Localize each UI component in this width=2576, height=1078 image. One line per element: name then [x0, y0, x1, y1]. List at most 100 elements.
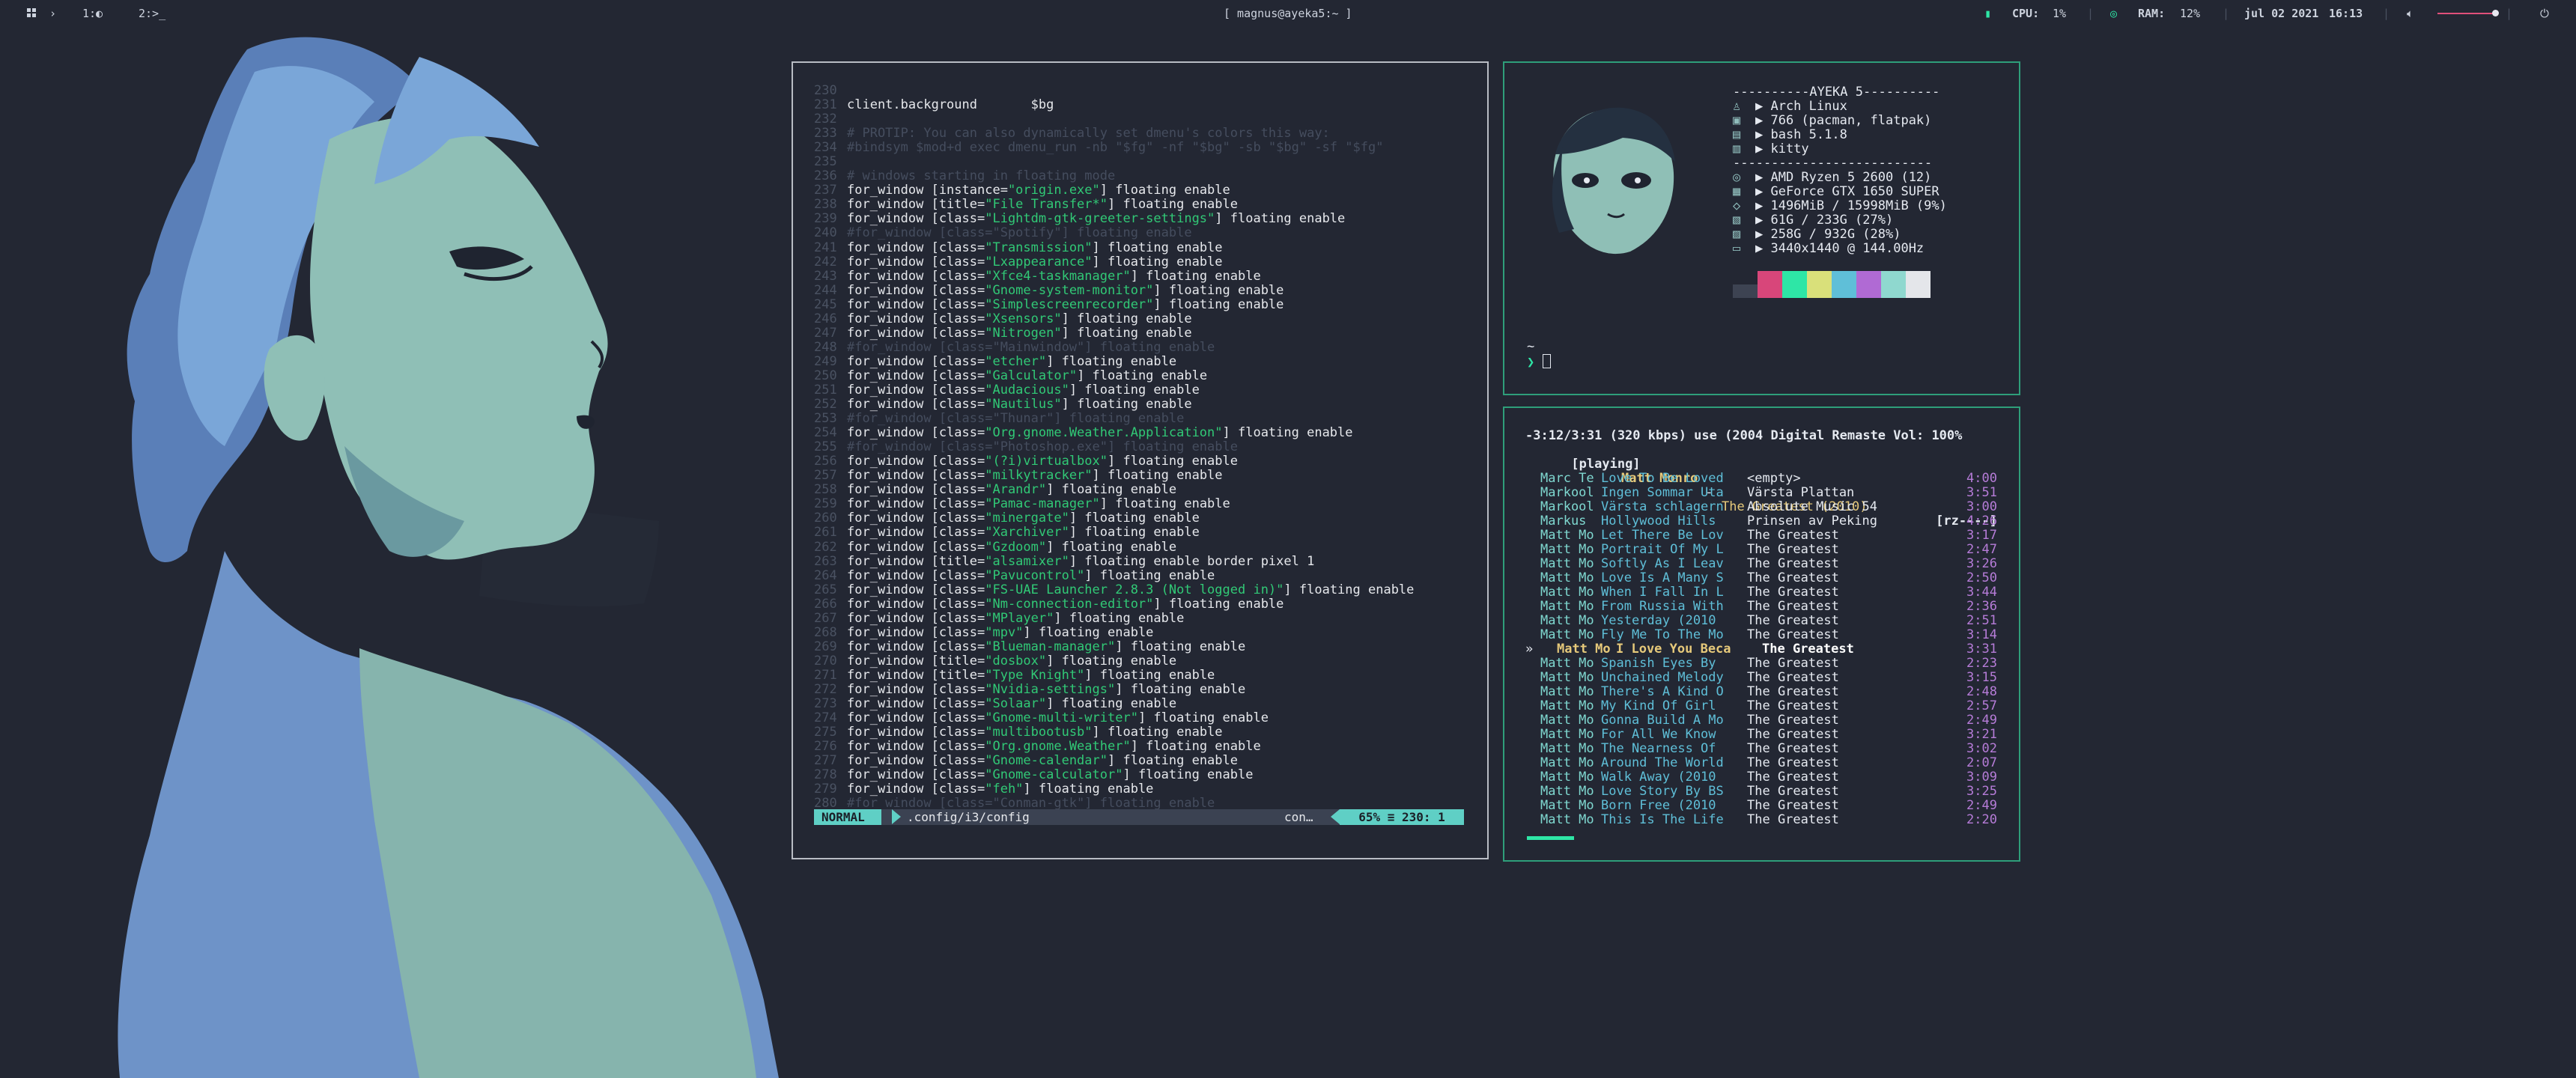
- playback-progress-bar[interactable]: [1527, 836, 1574, 840]
- code-line[interactable]: 277 for_window [class="Gnome-calendar"] f…: [814, 754, 1414, 768]
- code-line[interactable]: 265 for_window [class="FS-UAE Launcher 2.…: [814, 582, 1414, 597]
- code-line[interactable]: 273 for_window [class="Solaar"] floating …: [814, 696, 1414, 711]
- code-line[interactable]: 238 for_window [title="File Transfer*"] f…: [814, 198, 1414, 212]
- code-line[interactable]: 275 for_window [class="multibootusb"] flo…: [814, 725, 1414, 740]
- track-row[interactable]: Markool Ingen Sommar Uta Värsta Plattan 3:5…: [1525, 485, 1997, 500]
- code-text: for_window [class=: [847, 511, 985, 526]
- code-line[interactable]: 264 for_window [class="Pavucontrol"] floa…: [814, 568, 1414, 583]
- track-row[interactable]: Matt Mo Softly As I Leav The Greatest 3:26: [1525, 557, 1997, 571]
- track-row-current[interactable]: » Matt Mo I Love You Beca The Greatest 3:31: [1525, 642, 1997, 657]
- track-row[interactable]: Matt Mo Spanish Eyes By The Greatest 2:23: [1525, 657, 1997, 671]
- code-line[interactable]: 252 for_window [class="Nautilus"] floatin…: [814, 397, 1414, 412]
- code-line[interactable]: 239 for_window [class="Lightdm-gtk-greete…: [814, 212, 1414, 226]
- track-row[interactable]: Matt Mo This Is The Life The Greatest 2:20: [1525, 813, 1997, 827]
- info-icon: ◎: [1733, 170, 1741, 185]
- track-row[interactable]: Matt Mo Walk Away (2010 The Greatest 3:09: [1525, 770, 1997, 785]
- track-row[interactable]: Matt Mo Love Is A Many S The Greatest 2:50: [1525, 571, 1997, 585]
- code-line[interactable]: 276 for_window [class="Org.gnome.Weather"…: [814, 740, 1414, 754]
- code-line[interactable]: 243 for_window [class="Xfce4-taskmanager"…: [814, 269, 1414, 284]
- code-line[interactable]: 241 for_window [class="Transmission"] flo…: [814, 240, 1414, 255]
- info-icon: ▭: [1733, 241, 1741, 256]
- track-row[interactable]: Matt Mo Born Free (2010 The Greatest 2:49: [1525, 799, 1997, 813]
- cmus-player-window[interactable]: -3:12/3:31 (320 kbps) use (2004 Digital …: [1503, 406, 2020, 862]
- track-duration: 3:09: [1966, 770, 1997, 785]
- track-title: Love Story By BS: [1601, 784, 1724, 800]
- code-line[interactable]: 272 for_window [class="Nvidia-settings"] …: [814, 682, 1414, 697]
- track-row[interactable]: Matt Mo Gonna Build A Mo The Greatest 2:49: [1525, 713, 1997, 728]
- code-line[interactable]: 240 #for_window [class="Spotify"] floatin…: [814, 226, 1414, 240]
- track-row[interactable]: Matt Mo For All We Know The Greatest 3:21: [1525, 728, 1997, 742]
- code-line[interactable]: 237 for_window [instance="origin.exe"] fl…: [814, 183, 1414, 198]
- track-row[interactable]: Marc Te Love To Be Loved <empty> 4:00: [1525, 471, 1997, 486]
- code-line[interactable]: 244 for_window [class="Gnome-system-monit…: [814, 283, 1414, 298]
- code-line[interactable]: 251 for_window [class="Audacious"] floati…: [814, 383, 1414, 398]
- volume-icon[interactable]: 🔈︎: [2407, 0, 2414, 27]
- code-line[interactable]: 230: [814, 83, 1414, 98]
- code-line[interactable]: 255 #for_window [class="Photoshop.exe"] f…: [814, 440, 1414, 454]
- track-row[interactable]: Matt Mo My Kind Of Girl The Greatest 2:57: [1525, 699, 1997, 713]
- track-list[interactable]: Marc Te Love To Be Loved <empty> 4:00 Markoo…: [1525, 471, 1997, 827]
- code-line[interactable]: 242 for_window [class="Lxappearance"] flo…: [814, 255, 1414, 270]
- code-line[interactable]: 250 for_window [class="Galculator"] float…: [814, 368, 1414, 383]
- code-line[interactable]: 236 # windows starting in floating mode: [814, 169, 1414, 183]
- code-line[interactable]: 246 for_window [class="Xsensors"] floatin…: [814, 311, 1414, 326]
- code-line[interactable]: 261 for_window [class="Xarchiver"] floati…: [814, 526, 1414, 540]
- code-line[interactable]: 263 for_window [title="alsamixer"] floati…: [814, 554, 1414, 569]
- code-line[interactable]: 262 for_window [class="Gzdoom"] floating …: [814, 540, 1414, 555]
- code-line[interactable]: 256 for_window [class="(?i)virtualbox"] f…: [814, 454, 1414, 469]
- code-line[interactable]: 234 #bindsym $mod+d exec dmenu_run -nb "$…: [814, 141, 1414, 155]
- track-row[interactable]: Matt Mo Yesterday (2010 The Greatest 2:51: [1525, 614, 1997, 628]
- code-line[interactable]: 247 for_window [class="Nitrogen"] floatin…: [814, 326, 1414, 341]
- track-row[interactable]: Matt Mo From Russia With The Greatest 2:36: [1525, 600, 1997, 614]
- workspace-2[interactable]: 2:>_: [139, 0, 165, 27]
- code-text: ] floating enable: [1046, 539, 1177, 555]
- neofetch-terminal-window[interactable]: ----------AYEKA 5---------- ♙ ▶ Arch Linu…: [1503, 61, 2020, 395]
- track-row[interactable]: Matt Mo Let There Be Lov The Greatest 3:17: [1525, 529, 1997, 543]
- track-row[interactable]: Markool Värsta schlagern Absolute Music 54…: [1525, 500, 1997, 514]
- code-line[interactable]: 257 for_window [class="milkytracker"] flo…: [814, 469, 1414, 483]
- shell-prompt[interactable]: ~ ❯: [1527, 340, 1551, 370]
- code-line[interactable]: 248 #for_window [class="Mainwindow"] floa…: [814, 340, 1414, 355]
- vim-editor-window[interactable]: 230 231 client.background $bg 232 233 # PROTI…: [792, 61, 1489, 859]
- volume-slider-knob[interactable]: [2492, 10, 2499, 16]
- track-row[interactable]: Matt Mo Unchained Melody The Greatest 3:15: [1525, 671, 1997, 685]
- code-line[interactable]: 279 for_window [class="feh"] floating ena…: [814, 782, 1414, 797]
- code-line[interactable]: 271 for_window [title="Type Knight"] floa…: [814, 667, 1414, 683]
- track-artist: Matt Mo: [1540, 684, 1594, 700]
- code-line[interactable]: 258 for_window [class="Arandr"] floating …: [814, 483, 1414, 497]
- code-line[interactable]: 274 for_window [class="Gnome-multi-writer…: [814, 711, 1414, 725]
- code-line[interactable]: 267 for_window [class="MPlayer"] floating…: [814, 611, 1414, 626]
- code-line[interactable]: 278 for_window [class="Gnome-calculator"]…: [814, 768, 1414, 782]
- code-line[interactable]: 259 for_window [class="Pamac-manager"] fl…: [814, 497, 1414, 511]
- code-text: for_window [class=: [847, 296, 985, 312]
- track-row[interactable]: Matt Mo Around The World The Greatest 2:07: [1525, 756, 1997, 770]
- volume-slider[interactable]: [2437, 13, 2494, 14]
- line-number: 271: [814, 667, 837, 683]
- track-row[interactable]: Matt Mo The Nearness Of The Greatest 3:02: [1525, 742, 1997, 756]
- code-line[interactable]: 268 for_window [class="mpv"] floating ena…: [814, 625, 1414, 640]
- track-row[interactable]: Matt Mo When I Fall In L The Greatest 3:44: [1525, 585, 1997, 600]
- code-line[interactable]: 269 for_window [class="Blueman-manager"] …: [814, 639, 1414, 654]
- code-line[interactable]: 232: [814, 112, 1414, 127]
- track-row[interactable]: Markus Hollywood Hills Prinsen av Peking 4…: [1525, 514, 1997, 529]
- track-album: The Greatest: [1747, 613, 1839, 629]
- track-row[interactable]: Matt Mo Love Story By BS The Greatest 3:25: [1525, 785, 1997, 799]
- apps-grid-icon[interactable]: [27, 0, 37, 27]
- code-line[interactable]: 235: [814, 155, 1414, 169]
- code-line[interactable]: 231 client.background $bg: [814, 97, 1414, 112]
- code-string: "minergate": [985, 511, 1069, 526]
- editor-buffer[interactable]: 230 231 client.background $bg 232 233 # PROTI…: [814, 83, 1414, 811]
- code-line[interactable]: 253 #for_window [class="Thunar"] floating…: [814, 412, 1414, 426]
- power-icon[interactable]: ⏻: [2540, 0, 2549, 27]
- code-line[interactable]: 254 for_window [class="Org.gnome.Weather.…: [814, 426, 1414, 440]
- track-row[interactable]: Matt Mo Fly Me To The Mo The Greatest 3:14: [1525, 628, 1997, 642]
- code-line[interactable]: 260 for_window [class="minergate"] floati…: [814, 511, 1414, 526]
- track-row[interactable]: Matt Mo Portrait Of My L The Greatest 2:47: [1525, 543, 1997, 557]
- code-line[interactable]: 245 for_window [class="Simplescreenrecord…: [814, 296, 1414, 312]
- code-line[interactable]: 249 for_window [class="etcher"] floating …: [814, 354, 1414, 369]
- workspace-1[interactable]: 1:◐: [82, 0, 103, 27]
- code-line[interactable]: 270 for_window [title="dosbox"] floating …: [814, 654, 1414, 669]
- track-row[interactable]: Matt Mo There's A Kind O The Greatest 2:48: [1525, 685, 1997, 699]
- code-line[interactable]: 266 for_window [class="Nm-connection-edit…: [814, 597, 1414, 612]
- code-line[interactable]: 233 # PROTIP: You can also dynamically se…: [814, 127, 1414, 141]
